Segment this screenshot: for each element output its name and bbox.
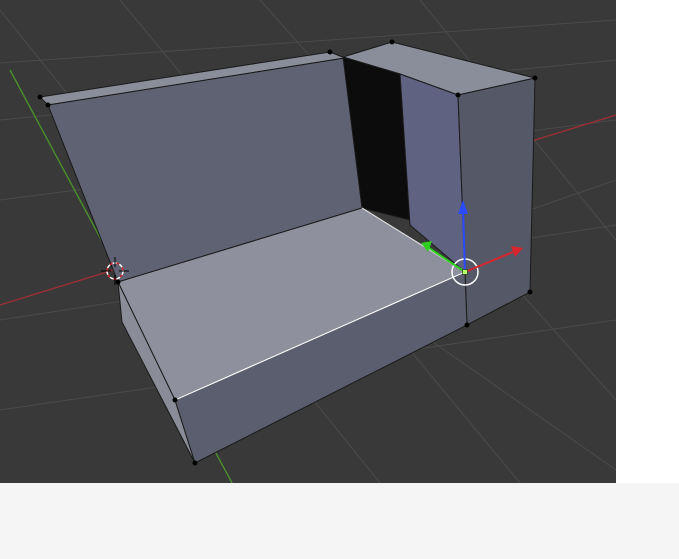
right-blank-area [616, 0, 679, 483]
mesh-object[interactable] [38, 41, 536, 464]
gizmo-center[interactable] [462, 269, 468, 275]
3d-viewport[interactable] [0, 0, 616, 483]
column-side-face[interactable] [457, 77, 536, 326]
bottom-blank-area [0, 483, 679, 559]
